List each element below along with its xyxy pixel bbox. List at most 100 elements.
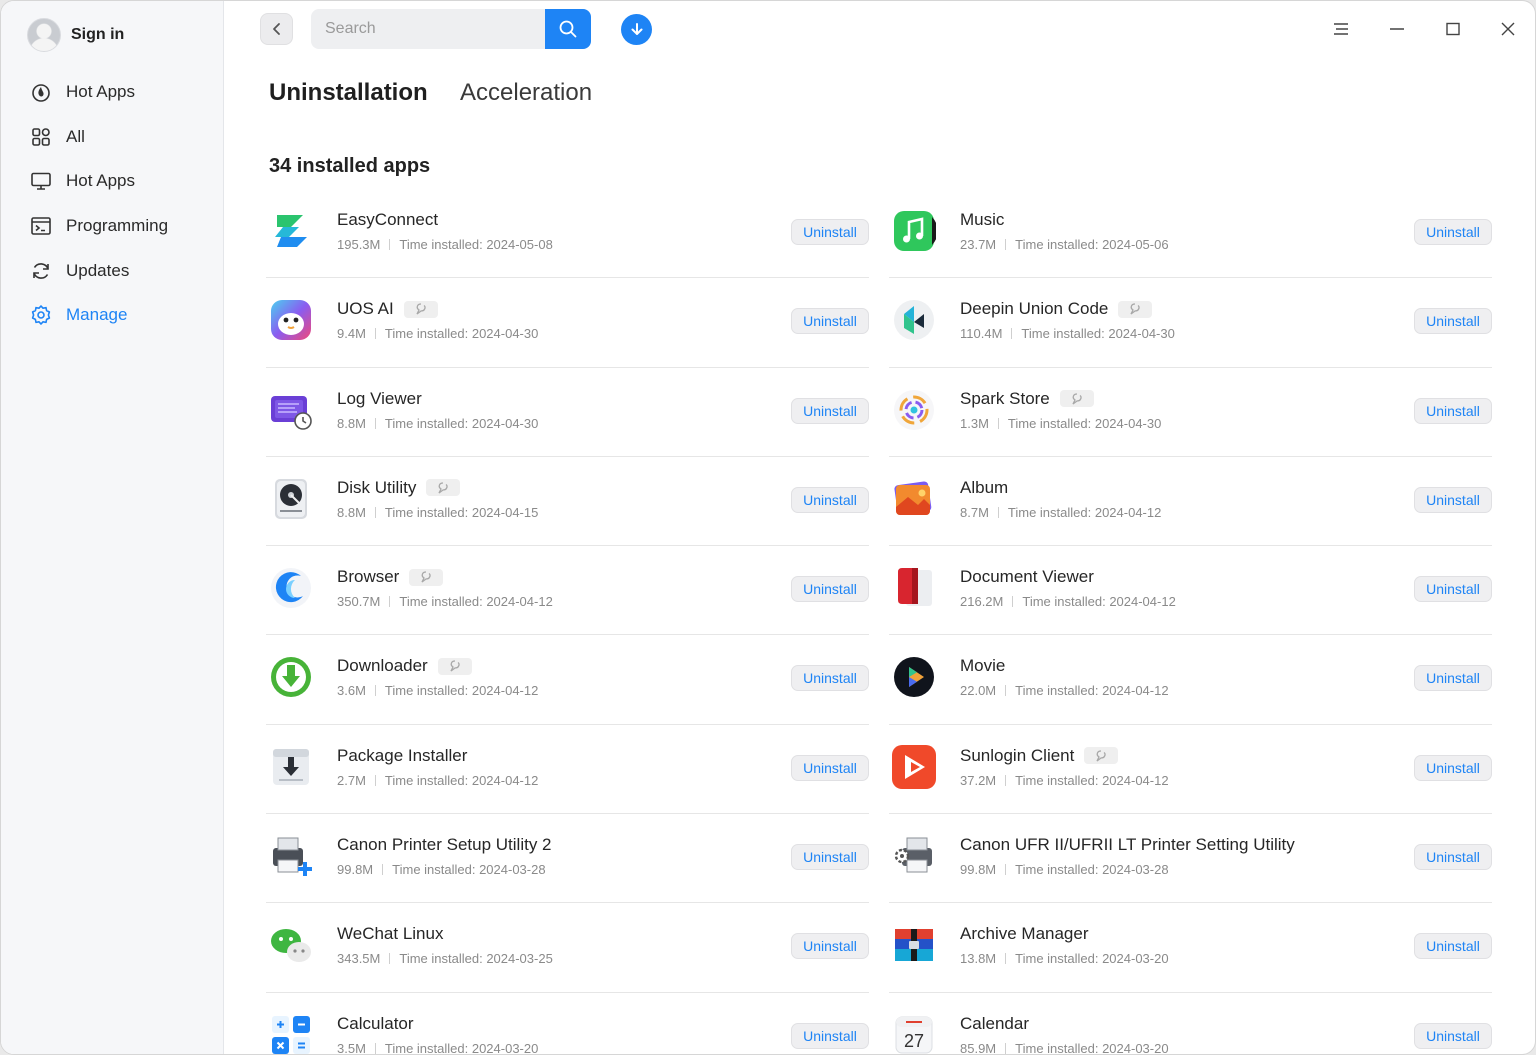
- app-size: 8.8M: [337, 415, 366, 431]
- app-size: 216.2M: [960, 594, 1004, 610]
- sign-in-label: Sign in: [71, 26, 125, 43]
- app-meta: 8.8M Time installed: 2024-04-15: [337, 505, 538, 520]
- sidebar: Sign in Hot Apps All Hot Apps Programming Up…: [1, 1, 224, 1054]
- app-size: 8.8M: [337, 504, 366, 520]
- app-name-row: Movie: [960, 656, 1005, 676]
- app-install-date: Time installed: 2024-05-06: [1015, 237, 1169, 252]
- meta-divider: [1011, 328, 1013, 340]
- download-button[interactable]: [621, 14, 652, 45]
- uninstall-button[interactable]: Uninstall: [791, 844, 869, 871]
- meta-divider: [1012, 596, 1014, 608]
- app-meta: 8.7M Time installed: 2024-04-12: [960, 505, 1161, 520]
- uninstall-button[interactable]: Uninstall: [791, 219, 869, 245]
- app-meta: 2.7M Time installed: 2024-04-12: [337, 773, 538, 788]
- app-name-row: Calendar: [960, 1014, 1029, 1034]
- uninstall-button[interactable]: Uninstall: [1414, 933, 1492, 960]
- union-code-icon: [892, 298, 936, 342]
- app-meta: 9.4M Time installed: 2024-04-30: [337, 326, 538, 341]
- menu-icon: [1334, 23, 1348, 35]
- app-meta: 8.8M Time installed: 2024-04-30: [337, 416, 538, 431]
- uninstall-button[interactable]: Uninstall: [1414, 486, 1492, 513]
- uninstall-button[interactable]: Uninstall: [791, 1022, 869, 1049]
- uninstall-button[interactable]: Uninstall: [791, 933, 869, 960]
- uninstall-button[interactable]: Uninstall: [1414, 576, 1492, 603]
- meta-divider: [374, 1042, 376, 1054]
- meta-divider: [1005, 1042, 1007, 1054]
- app-meta: 23.7M Time installed: 2024-05-06: [960, 237, 1169, 252]
- app-list-item: Document Viewer 216.2M Time installed: 202…: [889, 546, 1492, 636]
- wechat-icon: [269, 923, 313, 967]
- tab-uninstallation[interactable]: Uninstallation: [269, 79, 428, 107]
- app-meta: 195.3M Time installed: 2024-05-08: [337, 237, 553, 252]
- search-button[interactable]: [545, 9, 591, 49]
- app-install-date: Time installed: 2024-03-20: [1015, 951, 1169, 967]
- uos-ai-icon: [269, 298, 313, 342]
- app-name: Music: [960, 210, 1005, 229]
- uninstall-button[interactable]: Uninstall: [1414, 844, 1492, 871]
- uninstall-button[interactable]: Uninstall: [791, 754, 869, 781]
- wine-badge-icon: [426, 479, 461, 497]
- app-name-row: Canon UFR II/UFRII LT Printer Setting Ut…: [960, 835, 1295, 855]
- sidebar-item-hot-apps[interactable]: Hot Apps: [1, 70, 224, 115]
- app-install-date: Time installed: 2024-04-12: [384, 683, 539, 699]
- app-install-date: Time installed: 2024-03-20: [384, 1040, 539, 1055]
- sidebar-item-manage[interactable]: Manage: [1, 293, 224, 338]
- app-meta: 99.8M Time installed: 2024-03-28: [337, 862, 546, 877]
- app-install-date: Time installed: 2024-04-12: [384, 772, 539, 788]
- app-size: 1.3M: [960, 415, 989, 431]
- app-name-row: Canon Printer Setup Utility 2: [337, 835, 552, 855]
- meta-divider: [389, 239, 391, 250]
- terminal-icon: [30, 215, 52, 237]
- sign-in-button[interactable]: Sign in: [27, 18, 124, 52]
- tab-acceleration[interactable]: Acceleration: [460, 79, 592, 107]
- app-name: EasyConnect: [337, 210, 439, 229]
- flame-icon: [30, 81, 52, 103]
- uninstall-button[interactable]: Uninstall: [1414, 308, 1492, 335]
- app-name: Browser: [337, 567, 400, 587]
- sidebar-item-label: Hot Apps: [66, 171, 135, 191]
- meta-divider: [374, 506, 376, 518]
- app-meta: 99.8M Time installed: 2024-03-28: [960, 862, 1169, 877]
- sidebar-item-all[interactable]: All: [1, 115, 224, 160]
- uninstall-button[interactable]: Uninstall: [791, 665, 869, 692]
- app-name: Calendar: [960, 1013, 1029, 1033]
- app-install-date: Time installed: 2024-04-12: [1015, 772, 1169, 788]
- uninstall-button[interactable]: Uninstall: [1414, 397, 1492, 424]
- uninstall-button[interactable]: Uninstall: [791, 397, 869, 424]
- app-install-date: Time installed: 2024-04-30: [384, 415, 539, 431]
- uninstall-button[interactable]: Uninstall: [791, 486, 869, 513]
- app-list-item: Archive Manager 13.8M Time installed: 2024…: [889, 903, 1492, 993]
- app-meta: 350.7M Time installed: 2024-04-12: [337, 594, 553, 609]
- sidebar-item-label: Programming: [66, 216, 169, 236]
- back-button[interactable]: [260, 13, 293, 45]
- meta-divider: [382, 864, 384, 876]
- uninstall-button[interactable]: Uninstall: [1414, 754, 1492, 781]
- search-icon: [559, 20, 577, 38]
- sidebar-item-label: Manage: [66, 305, 128, 325]
- sidebar-item-hot-apps-2[interactable]: Hot Apps: [1, 159, 224, 204]
- search-input[interactable]: [311, 9, 545, 49]
- menu-button[interactable]: [1326, 15, 1356, 43]
- app-list-item: Sunlogin Client 37.2M Time installed: 2024…: [889, 725, 1492, 815]
- close-button[interactable]: [1493, 15, 1523, 43]
- sidebar-item-updates[interactable]: Updates: [1, 248, 224, 293]
- uninstall-button[interactable]: Uninstall: [1414, 219, 1492, 245]
- uninstall-button[interactable]: Uninstall: [1414, 665, 1492, 692]
- app-size: 99.8M: [337, 862, 374, 878]
- uninstall-button[interactable]: Uninstall: [791, 576, 869, 603]
- uninstall-button[interactable]: Uninstall: [791, 308, 869, 335]
- meta-divider: [374, 685, 376, 697]
- app-size: 3.6M: [337, 683, 366, 699]
- maximize-icon: [1446, 22, 1460, 36]
- maximize-button[interactable]: [1438, 15, 1468, 43]
- app-name-row: Archive Manager: [960, 924, 1089, 944]
- uninstall-button[interactable]: Uninstall: [1414, 1022, 1492, 1049]
- app-list-item: Package Installer 2.7M Time installed: 202…: [266, 725, 869, 815]
- refresh-icon: [30, 260, 52, 282]
- app-name-row: Calculator: [337, 1014, 414, 1034]
- wine-badge-icon: [437, 657, 472, 675]
- app-install-date: Time installed: 2024-04-30: [1021, 326, 1175, 342]
- app-list-item: Disk Utility 8.8M Time installed: 2024-04-…: [266, 457, 869, 547]
- sidebar-item-programming[interactable]: Programming: [1, 204, 224, 249]
- minimize-button[interactable]: [1382, 15, 1412, 43]
